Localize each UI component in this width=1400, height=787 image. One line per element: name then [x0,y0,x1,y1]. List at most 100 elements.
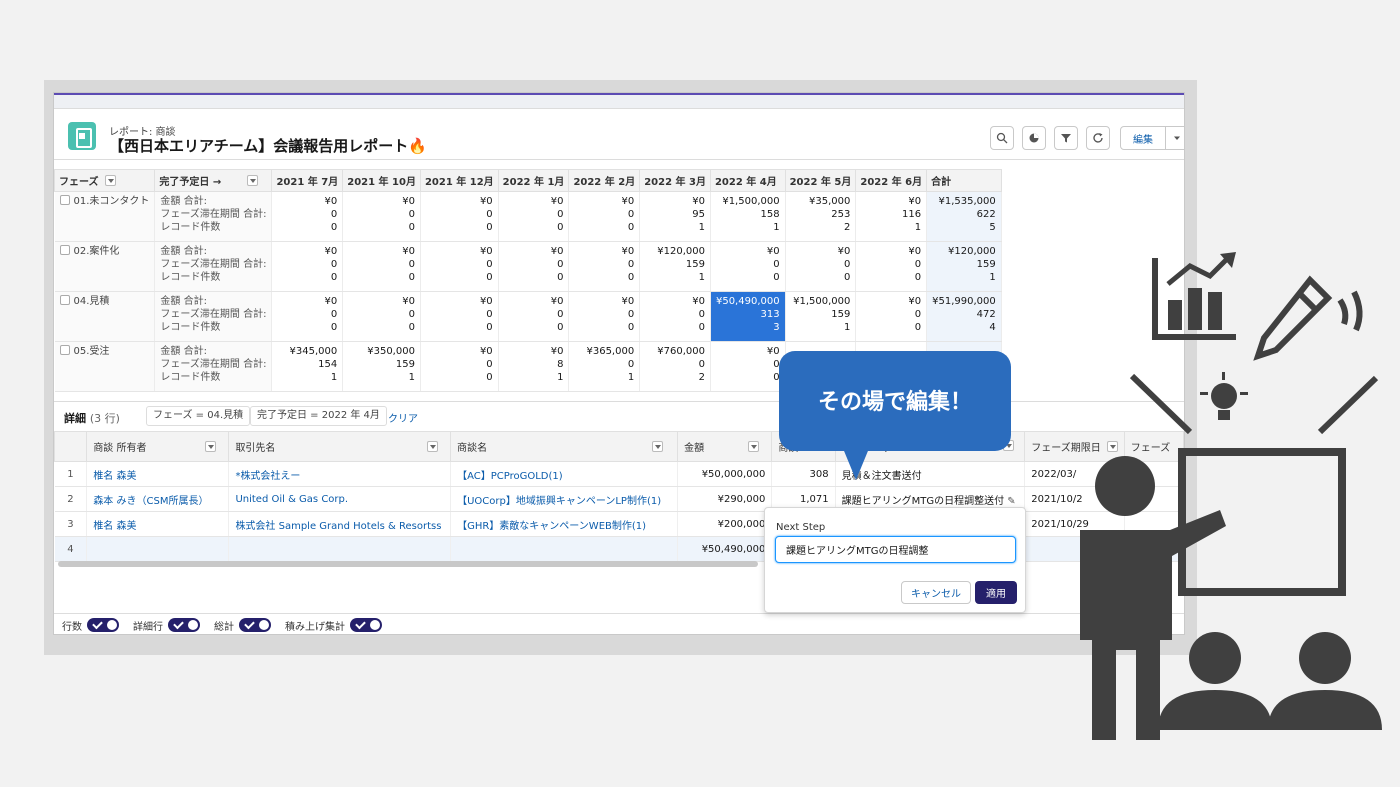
summary-value-cell[interactable]: ¥0 0 0 [342,291,421,342]
summary-value: 2 [698,372,705,383]
summary-total-cell[interactable]: ¥51,990,000 472 4 [926,291,1002,342]
chart-button[interactable] [1022,126,1046,150]
summary-value-cell[interactable]: ¥0 0 0 [420,191,499,242]
chevron-down-icon[interactable] [652,441,664,452]
month-header: 2021 年 10月 [342,169,421,192]
summary-value-cell[interactable]: ¥0 0 0 [710,341,786,392]
toggle-switch[interactable] [168,618,200,632]
row-checkbox[interactable] [59,195,70,205]
account-cell[interactable]: United Oil & Gas Corp. [228,486,452,512]
phase-cell[interactable]: 04.見積 [54,291,156,342]
summary-total-cell[interactable]: ¥1,535,000 622 5 [926,191,1002,242]
chevron-down-icon[interactable] [247,175,259,186]
phase-cell[interactable]: 02.案件化 [54,241,156,292]
cancel-button[interactable]: キャンセル [901,581,971,604]
summary-value-cell[interactable]: ¥0 0 0 [498,191,570,242]
row-count-toggle[interactable]: 行数 [62,618,119,633]
summary-value-cell[interactable]: ¥50,490,000 313 3 [710,291,786,342]
phase-cell[interactable]: 01.未コンタクト [54,191,156,242]
stacked-summary-toggle[interactable]: 積み上げ集計 [285,618,382,633]
summary-value-cell[interactable]: ¥0 116 1 [855,191,928,242]
owner-cell[interactable]: 森本 みき（CSM所属長） [86,486,230,512]
owner-column-header[interactable]: 商談 所有者 [86,431,230,462]
detail-toolbar: 詳細 (3 行) フェーズ = 04.見積 完了予定日 = 2022 年 4月 … [54,401,1184,431]
summary-total-cell[interactable]: ¥120,000 159 1 [926,241,1002,292]
row-checkbox[interactable] [59,345,70,355]
summary-value-cell[interactable]: ¥0 0 0 [785,241,857,292]
summary-value: 1 [698,272,705,283]
owner-cell[interactable]: 椎名 森美 [86,511,230,537]
summary-value-cell[interactable]: ¥0 0 0 [855,241,928,292]
search-button[interactable] [990,126,1014,150]
summary-value-cell[interactable]: ¥0 0 0 [271,241,344,292]
row-index: 4 [54,536,88,562]
summary-value: ¥50,490,000 [715,296,780,307]
toggle-switch[interactable] [87,618,119,632]
summary-value-cell[interactable]: ¥120,000 159 1 [639,241,711,292]
summary-value-cell[interactable]: ¥0 0 0 [568,241,641,292]
opportunity-cell[interactable]: 【UOCorp】地域振興キャンペーンLP制作(1) [450,486,679,512]
next-step-input[interactable] [775,536,1016,563]
opportunity-cell[interactable]: 【AC】PCProGOLD(1) [450,461,679,487]
summary-value-cell[interactable]: ¥0 0 0 [420,241,499,292]
summary-value: 1 [914,222,922,233]
row-checkbox[interactable] [59,295,70,305]
owner-cell [86,536,230,562]
date-column-header[interactable]: 完了予定日 → [154,169,273,192]
summary-value-cell[interactable]: ¥1,500,000 159 1 [785,291,857,342]
toggle-switch[interactable] [239,618,271,632]
summary-value-cell[interactable]: ¥0 0 0 [342,241,421,292]
clear-filter-link[interactable]: クリア [388,410,418,425]
summary-value-cell[interactable]: ¥0 0 0 [639,291,711,342]
toggle-switch[interactable] [350,618,382,632]
amount-column-header[interactable]: 金額 [677,431,773,462]
refresh-button[interactable] [1086,126,1110,150]
opportunity-column-header[interactable]: 商談名 [450,431,679,462]
chevron-down-icon[interactable] [427,441,439,452]
summary-value-cell[interactable]: ¥0 0 0 [498,291,570,342]
top-bar [54,95,1184,109]
phase-column-header[interactable]: フェーズ [54,169,156,192]
phase-cell[interactable]: 05.受注 [54,341,156,392]
summary-value-cell[interactable]: ¥0 0 0 [855,291,928,342]
chevron-down-icon[interactable] [748,441,760,452]
summary-value-cell[interactable]: ¥0 0 0 [271,291,344,342]
account-column-header[interactable]: 取引先名 [228,431,452,462]
summary-value-cell[interactable]: ¥0 0 0 [498,241,570,292]
summary-value-cell[interactable]: ¥1,500,000 158 1 [710,191,786,242]
owner-cell[interactable]: 椎名 森美 [86,461,230,487]
summary-value-cell[interactable]: ¥0 0 0 [568,191,641,242]
opportunity-cell[interactable]: 【GHR】素敵なキャンペーンWEB制作(1) [450,511,679,537]
summary-value-cell[interactable]: ¥0 0 0 [710,241,786,292]
horizontal-scrollbar[interactable] [58,561,758,567]
chevron-down-icon[interactable] [204,441,216,452]
filter-button[interactable] [1054,126,1078,150]
chevron-down-icon[interactable] [104,175,116,186]
detail-rows-toggle[interactable]: 詳細行 [133,618,200,633]
summary-value-cell[interactable]: ¥760,000 0 2 [639,341,711,392]
summary-value-cell[interactable]: ¥0 0 0 [342,191,421,242]
summary-value-cell[interactable]: ¥0 0 0 [271,191,344,242]
summary-value-cell[interactable]: ¥35,000 253 2 [785,191,857,242]
edit-dropdown-button[interactable] [1165,126,1184,150]
edit-button[interactable]: 編集 [1120,126,1166,150]
apply-button[interactable]: 適用 [975,581,1017,604]
summary-value-cell[interactable]: ¥365,000 0 1 [568,341,641,392]
account-cell[interactable]: 株式会社 Sample Grand Hotels & Resortss [228,511,452,537]
grand-total-toggle[interactable]: 総計 [214,618,271,633]
summary-value-cell[interactable]: ¥345,000 154 1 [271,341,344,392]
summary-value-cell[interactable]: ¥0 8 1 [498,341,570,392]
summary-value: 0 [773,259,780,270]
pencil-edit-icon[interactable]: ✎ [1007,496,1015,507]
summary-value: ¥760,000 [657,346,705,357]
row-checkbox[interactable] [59,245,70,255]
summary-value: 8 [557,359,564,370]
filter-phase-pill[interactable]: フェーズ = 04.見積 [146,406,251,426]
summary-value-cell[interactable]: ¥350,000 159 1 [342,341,421,392]
summary-value-cell[interactable]: ¥0 0 0 [420,291,499,342]
account-cell[interactable]: *株式会社えー [228,461,452,487]
summary-value-cell[interactable]: ¥0 95 1 [639,191,711,242]
summary-value-cell[interactable]: ¥0 0 0 [568,291,641,342]
filter-date-pill[interactable]: 完了予定日 = 2022 年 4月 [250,406,387,426]
summary-value-cell[interactable]: ¥0 0 0 [420,341,499,392]
